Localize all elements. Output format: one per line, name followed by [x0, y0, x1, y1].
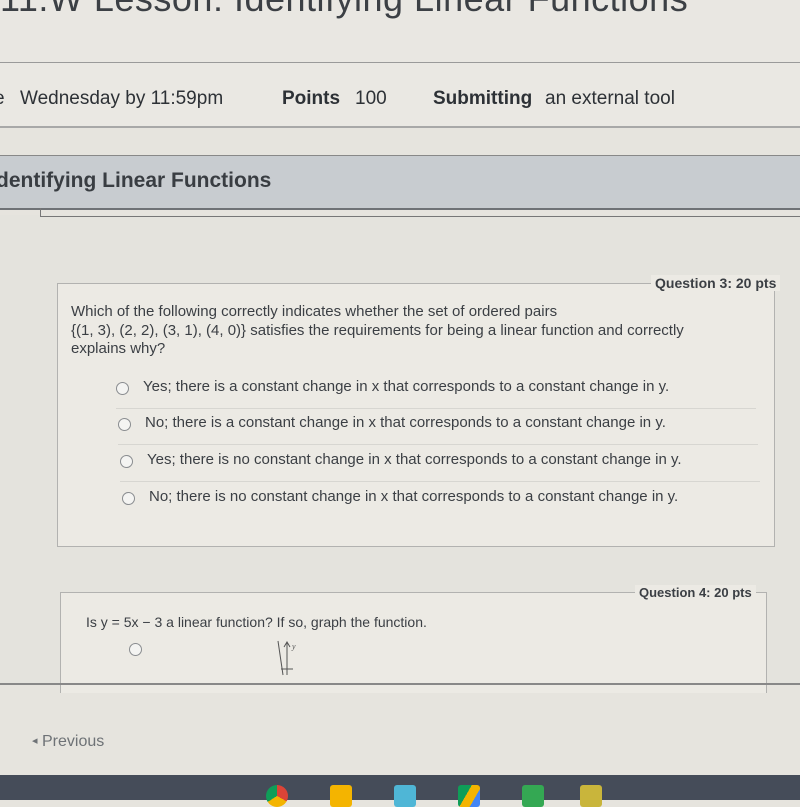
question-3-text: Which of the following correctly indicat… — [71, 301, 751, 360]
answer-option-4[interactable]: No; there is no constant change in x tha… — [122, 484, 762, 518]
graph-function-line — [277, 640, 284, 676]
page-title: 11.W Lesson: Identifying Linear Function… — [0, 0, 688, 20]
points-label-text: Points — [282, 88, 341, 109]
previous-label[interactable]: Previous — [42, 733, 104, 750]
radio-button[interactable] — [118, 418, 131, 431]
answer-option-3[interactable]: Yes; there is no constant change in x th… — [120, 447, 760, 482]
submitting-value: an external tool — [545, 88, 675, 109]
lesson-title: dentifying Linear Functions — [0, 169, 272, 192]
submitting-label: Submitting — [433, 88, 532, 110]
chrome-icon[interactable] — [266, 785, 288, 807]
due-prefix: e — [0, 88, 5, 110]
question-3-text-line-2: {(1, 3), (2, 2), (3, 1), (4, 0)} satisfi… — [71, 322, 684, 339]
question-4-label: Question 4: 20 pts — [635, 585, 756, 600]
title-bar: 11.W Lesson: Identifying Linear Function… — [0, 0, 800, 63]
radio-button[interactable] — [129, 643, 142, 656]
content-bottom-border — [0, 683, 800, 685]
graph-thumbnail[interactable]: y — [273, 639, 309, 679]
radio-button[interactable] — [120, 455, 133, 468]
answer-option-2[interactable]: No; there is a constant change in x that… — [118, 410, 758, 445]
question-3-box: Question 3: 20 pts Which of the followin… — [57, 275, 781, 547]
content-frame-edge — [40, 208, 800, 217]
question-4-text: Is y = 5x − 3 a linear function? If so, … — [86, 614, 427, 630]
graph-axis-label: y — [291, 642, 296, 651]
radio-button[interactable] — [122, 492, 135, 505]
lesson-header: dentifying Linear Functions — [0, 155, 800, 210]
chevron-left-icon: ◂ — [32, 735, 38, 747]
radio-button[interactable] — [116, 382, 129, 395]
submitting-label-text: Submitting — [433, 88, 533, 109]
option-label[interactable]: Yes; there is a constant change in x tha… — [143, 378, 669, 395]
classroom-icon[interactable] — [580, 785, 602, 807]
docs-icon[interactable] — [394, 785, 416, 807]
assignment-meta-bar: e Wednesday by 11:59pm Points 100 Submit… — [0, 63, 800, 128]
os-taskbar — [0, 775, 800, 807]
option-label[interactable]: Yes; there is no constant change in x th… — [147, 451, 682, 468]
points-value: 100 — [355, 88, 387, 109]
question-3-label: Question 3: 20 pts — [651, 275, 781, 291]
sheets-icon[interactable] — [522, 785, 544, 807]
option-label[interactable]: No; there is no constant change in x tha… — [149, 488, 678, 505]
drive-icon[interactable] — [458, 785, 480, 807]
answer-option-1[interactable]: Yes; there is a constant change in x tha… — [116, 374, 756, 409]
previous-link[interactable]: ◂ Previous — [32, 733, 104, 751]
question-4-box: Question 4: 20 pts Is y = 5x − 3 a linea… — [60, 585, 767, 693]
due-date: Wednesday by 11:59pm — [20, 88, 224, 109]
points-label: Points — [282, 88, 340, 110]
slides-icon[interactable] — [330, 785, 352, 807]
option-label[interactable]: No; there is a constant change in x that… — [145, 414, 666, 431]
